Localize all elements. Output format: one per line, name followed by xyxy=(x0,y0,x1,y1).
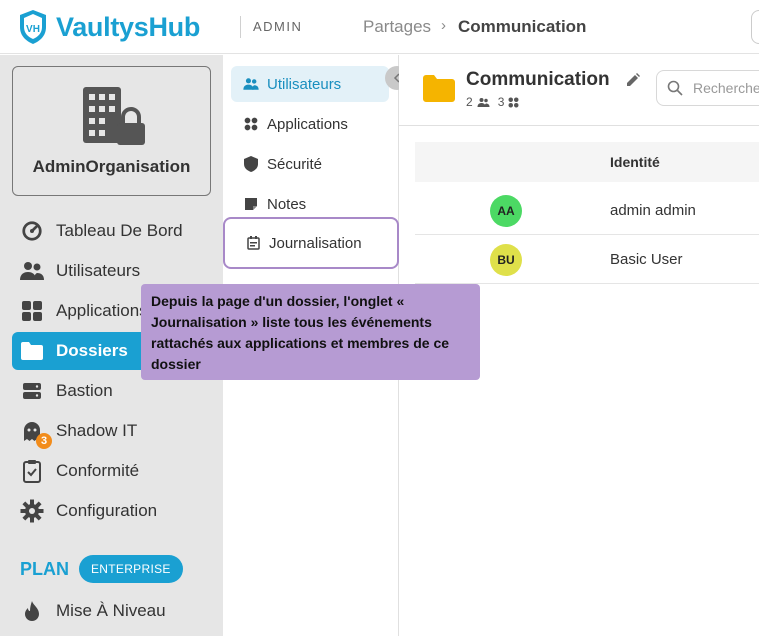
column-header-identite[interactable]: Identité xyxy=(610,154,660,170)
journalisation-tooltip: Depuis la page d'un dossier, l'onglet « … xyxy=(141,284,480,380)
apps-grid-icon xyxy=(20,299,44,323)
tab-label: Journalisation xyxy=(269,234,362,252)
search-icon xyxy=(667,80,683,96)
tab-label: Utilisateurs xyxy=(267,75,342,93)
nav-label: Bastion xyxy=(56,381,113,400)
folder-icon xyxy=(423,75,455,102)
server-icon xyxy=(20,379,44,403)
users-count: 2 xyxy=(466,95,473,109)
plan-tier-badge: ENTERPRISE xyxy=(79,555,183,583)
breadcrumb-partages[interactable]: Partages xyxy=(363,17,431,37)
users-icon xyxy=(477,97,490,107)
plan-row: PLAN ENTERPRISE xyxy=(20,555,183,583)
tab-utilisateurs[interactable]: Utilisateurs xyxy=(231,66,389,102)
top-header: VH VaultysHub ADMIN Partages › Communica… xyxy=(0,0,759,54)
nav-label: Mise À Niveau xyxy=(56,601,166,620)
nav-shadow-it[interactable]: 3 Shadow IT xyxy=(12,412,223,450)
nav-conformite[interactable]: Conformité xyxy=(12,452,223,490)
tab-label: Applications xyxy=(267,115,348,133)
gauge-icon xyxy=(20,219,44,243)
ghost-icon: 3 xyxy=(20,419,52,449)
shadow-it-badge: 3 xyxy=(36,433,52,449)
nav-label: Conformité xyxy=(56,461,140,480)
content-divider xyxy=(399,125,759,126)
nav-configuration[interactable]: Configuration xyxy=(12,492,223,530)
folder-stats: 2 3 xyxy=(466,95,519,109)
tab-label: Notes xyxy=(267,195,307,213)
member-name: admin admin xyxy=(610,202,696,219)
avatar: BU xyxy=(490,244,522,276)
nav-label: Shadow IT xyxy=(56,421,138,440)
tab-applications[interactable]: Applications xyxy=(231,106,389,142)
search-box[interactable] xyxy=(656,70,759,106)
organisation-name: AdminOrganisation xyxy=(32,157,191,176)
members-table-header: Identité xyxy=(415,142,759,182)
brand-logo[interactable]: VH VaultysHub xyxy=(16,8,200,46)
folder-icon xyxy=(20,339,44,363)
users-icon xyxy=(243,76,259,92)
plan-label: PLAN xyxy=(20,558,69,579)
header-divider xyxy=(240,16,241,38)
nav-label: Tableau De Bord xyxy=(56,221,183,240)
header-action-button[interactable] xyxy=(751,10,759,44)
table-row[interactable]: AA admin admin xyxy=(415,186,759,235)
gear-icon xyxy=(20,499,44,523)
flame-icon xyxy=(20,599,44,623)
note-icon xyxy=(243,196,259,212)
brand-name: VaultysHub xyxy=(56,11,201,42)
clipboard-check-icon xyxy=(20,459,44,483)
shield-icon xyxy=(243,156,259,172)
admin-label: ADMIN xyxy=(253,19,303,34)
avatar: AA xyxy=(490,195,522,227)
tab-label: Sécurité xyxy=(267,155,323,173)
nav-label: Applications xyxy=(56,301,148,320)
nav-mise-a-niveau[interactable]: Mise À Niveau xyxy=(12,592,223,630)
apps-grid-icon xyxy=(508,97,519,107)
tab-securite[interactable]: Sécurité xyxy=(231,146,389,182)
apps-count: 3 xyxy=(497,95,505,109)
nav-label: Utilisateurs xyxy=(56,261,141,280)
breadcrumb-chevron-icon: › xyxy=(441,17,446,34)
breadcrumb-current: Communication xyxy=(458,17,587,36)
table-row[interactable]: BU Basic User xyxy=(415,235,759,284)
nav-label: Dossiers xyxy=(56,341,128,360)
search-input[interactable] xyxy=(693,80,759,96)
svg-text:VH: VH xyxy=(26,24,40,35)
tab-journalisation[interactable]: Journalisation xyxy=(223,217,399,269)
users-icon xyxy=(20,259,44,283)
apps-grid-icon xyxy=(243,116,259,132)
member-name: Basic User xyxy=(610,251,683,268)
pencil-icon[interactable] xyxy=(626,73,640,87)
nav-label: Configuration xyxy=(56,501,158,520)
nav-tableau-de-bord[interactable]: Tableau De Bord xyxy=(12,212,223,250)
vaultys-shield-icon: VH xyxy=(20,10,46,44)
building-lock-icon xyxy=(83,87,145,145)
organisation-card[interactable]: AdminOrganisation xyxy=(12,66,211,196)
folder-title: Communication xyxy=(466,69,610,90)
log-icon xyxy=(245,235,261,251)
